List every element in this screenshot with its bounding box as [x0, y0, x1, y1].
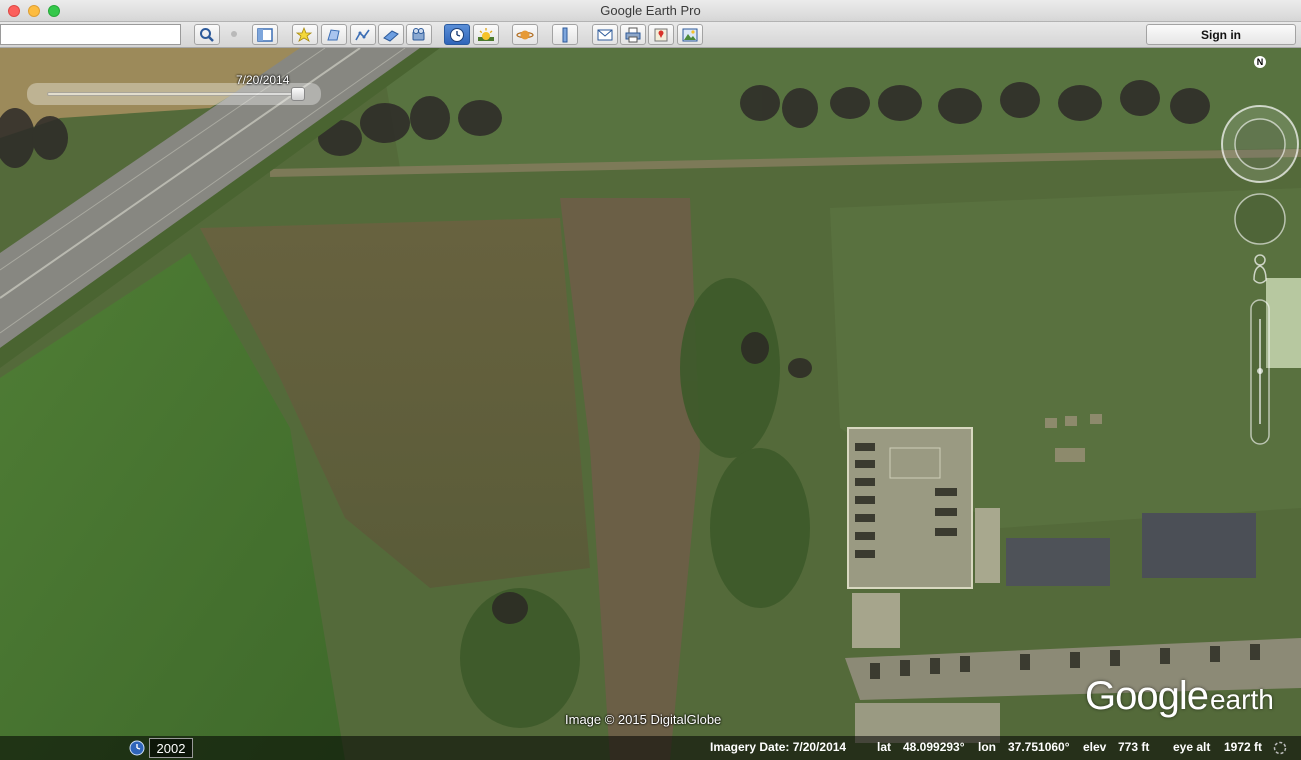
- loading-spinner-icon: [1273, 741, 1287, 755]
- add-placemark-button[interactable]: [292, 24, 318, 45]
- clock-icon: [450, 27, 464, 42]
- add-path-button[interactable]: [350, 24, 376, 45]
- close-window-button[interactable]: [8, 5, 20, 17]
- title-bar: Google Earth Pro: [0, 0, 1301, 22]
- tour-icon: [412, 27, 425, 40]
- imagery-date: Imagery Date: 7/20/2014: [710, 740, 847, 754]
- lat-label: lat: [877, 740, 892, 754]
- add-polygon-button[interactable]: [321, 24, 347, 45]
- lon-value: 37.751060°: [1008, 740, 1070, 754]
- image-overlay-button[interactable]: [378, 24, 404, 45]
- sunlight-button[interactable]: [473, 24, 499, 45]
- slider-track[interactable]: [47, 92, 301, 96]
- lon-label: lon: [978, 740, 996, 754]
- email-button[interactable]: [592, 24, 618, 45]
- image-icon: [682, 28, 698, 41]
- planets-button[interactable]: [512, 24, 538, 45]
- print-button[interactable]: [620, 24, 646, 45]
- ruler-button[interactable]: [552, 24, 578, 45]
- printer-icon: [625, 27, 641, 42]
- sign-in-button[interactable]: Sign in: [1146, 24, 1296, 45]
- satellite-imagery: [0, 48, 1301, 760]
- street-view-pegman[interactable]: [1253, 254, 1267, 284]
- window-title: Google Earth Pro: [600, 3, 701, 18]
- compass-north[interactable]: N: [1254, 56, 1266, 68]
- elev-label: elev: [1083, 740, 1107, 754]
- sidebar-toggle-button[interactable]: [252, 24, 278, 45]
- slider-thumb[interactable]: [291, 87, 305, 101]
- ruler-icon: [562, 27, 568, 42]
- zoom-window-button[interactable]: [48, 5, 60, 17]
- save-image-button[interactable]: [677, 24, 703, 45]
- planet-icon: [516, 30, 534, 39]
- google-maps-button[interactable]: [648, 24, 674, 45]
- minimize-window-button[interactable]: [28, 5, 40, 17]
- zoom-slider[interactable]: [1250, 299, 1270, 445]
- magnifier-icon: [200, 27, 214, 42]
- path-icon: [355, 29, 370, 40]
- placemark-icon: [296, 26, 313, 42]
- eye-alt-value: 1972 ft: [1224, 740, 1263, 754]
- historical-imagery-button[interactable]: [444, 24, 470, 45]
- lat-value: 48.099293°: [903, 740, 965, 754]
- navigation-controls[interactable]: [1211, 104, 1301, 454]
- overlay-icon: [383, 29, 399, 42]
- envelope-icon: [597, 29, 613, 40]
- imagery-year[interactable]: 2002: [149, 738, 193, 758]
- polygon-icon: [327, 28, 340, 40]
- window-controls: [8, 5, 60, 17]
- toolbar: Sign in: [0, 22, 1301, 48]
- earth-view[interactable]: 7/20/2014 N Image © 2015 DigitalGlobe Go…: [0, 48, 1301, 760]
- sidebar-icon: [257, 27, 273, 42]
- toolbar-separator: [231, 31, 237, 37]
- look-joystick[interactable]: [1221, 105, 1299, 183]
- search-input[interactable]: [0, 24, 181, 45]
- elev-value: 773 ft: [1118, 740, 1150, 754]
- maps-icon: [654, 28, 668, 41]
- record-tour-button[interactable]: [406, 24, 432, 45]
- sun-icon: [478, 27, 494, 41]
- search-button[interactable]: [194, 24, 220, 45]
- move-joystick[interactable]: [1234, 193, 1286, 245]
- slider-date-label: 7/20/2014: [236, 73, 290, 87]
- imagery-copyright: Image © 2015 DigitalGlobe: [565, 712, 722, 727]
- historical-clock-icon[interactable]: [129, 740, 145, 756]
- eye-alt-label: eye alt: [1173, 740, 1211, 754]
- google-earth-logo: Google earth: [1085, 674, 1274, 718]
